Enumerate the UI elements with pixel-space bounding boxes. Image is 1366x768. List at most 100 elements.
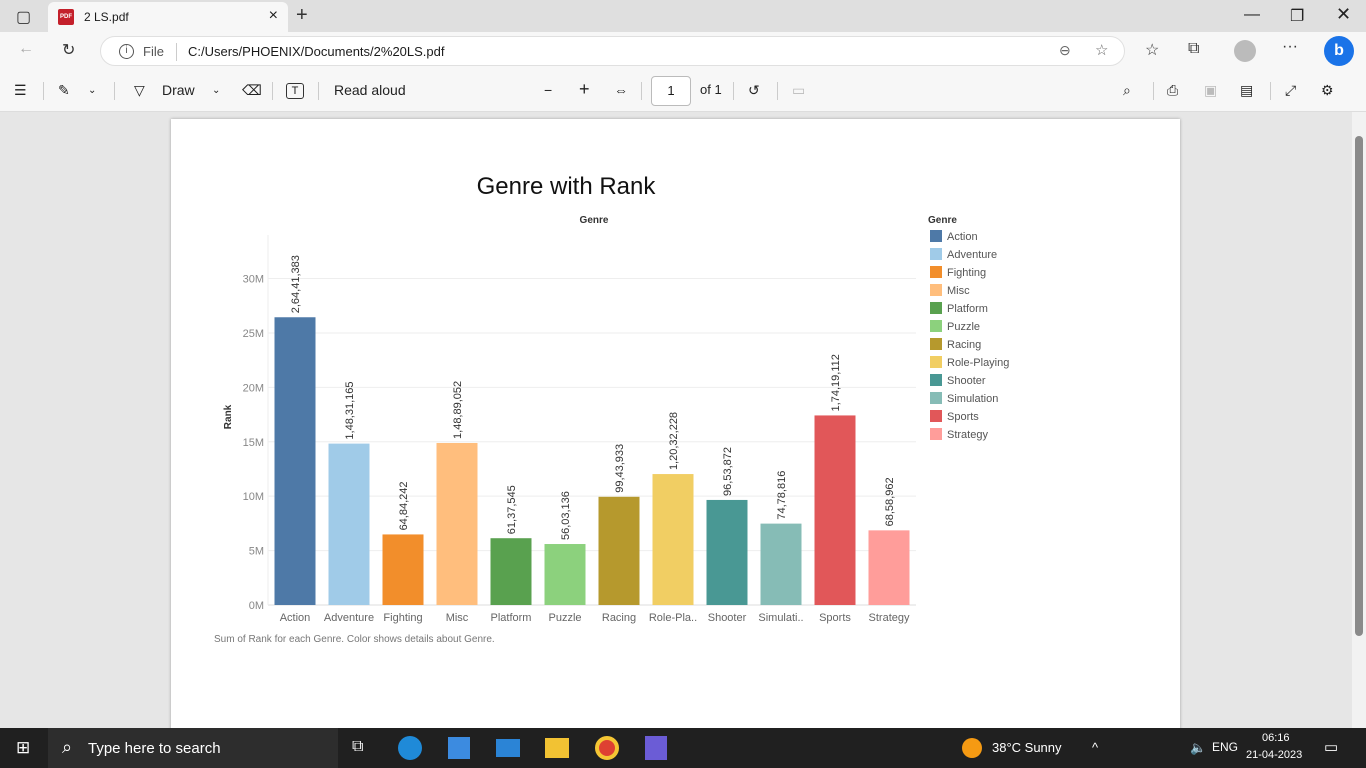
more-icon[interactable]: ··· <box>1282 38 1298 56</box>
pdf-page: Genre with Rank Genre Rank 0M 5M 10M 15M 20M… <box>171 119 1180 739</box>
legend-swatch <box>930 230 942 242</box>
windows-start-icon[interactable]: ⊞ <box>16 738 30 758</box>
rotate-icon[interactable]: ↺ <box>748 82 760 99</box>
legend-item[interactable]: Strategy <box>947 429 988 441</box>
text-icon[interactable]: T <box>286 83 304 99</box>
read-aloud-button[interactable]: Read aloud <box>334 82 406 98</box>
legend-item[interactable]: Racing <box>947 339 981 351</box>
legend-item[interactable]: Adventure <box>947 249 997 261</box>
bar-misc[interactable] <box>436 442 478 605</box>
bing-icon[interactable]: b <box>1324 36 1354 66</box>
scrollbar-thumb[interactable] <box>1355 136 1363 636</box>
volume-icon[interactable]: 🔈 <box>1190 740 1206 756</box>
contents-icon[interactable]: ☰ <box>14 82 27 99</box>
y-tick-label: 20M <box>243 382 264 394</box>
fullscreen-icon[interactable]: ⤢ <box>1285 82 1296 99</box>
value-label: 99,43,933 <box>614 444 626 493</box>
search-icon[interactable]: ⌕ <box>1123 82 1131 99</box>
page-view-icon[interactable]: ▭ <box>792 82 805 99</box>
eraser-icon[interactable]: ⌫ <box>242 82 262 99</box>
value-label: 2,64,41,383 <box>290 255 302 313</box>
draw-button[interactable]: Draw <box>162 82 195 98</box>
chevron-down-icon[interactable]: ⌄ <box>88 85 96 96</box>
legend-item[interactable]: Shooter <box>947 375 986 387</box>
toolbar-divider <box>272 82 273 100</box>
close-tab-icon[interactable]: × <box>269 8 278 24</box>
tray-chevron-icon[interactable]: ^ <box>1092 740 1098 755</box>
pdf-viewer[interactable]: Genre with Rank Genre Rank 0M 5M 10M 15M 20M… <box>0 112 1366 739</box>
legend-item[interactable]: Misc <box>947 285 970 297</box>
legend-item[interactable]: Puzzle <box>947 321 980 333</box>
value-label: 1,48,31,165 <box>344 381 356 439</box>
bar-racing[interactable] <box>598 496 640 605</box>
store-icon[interactable] <box>448 737 470 759</box>
legend: Action Adventure Fighting Misc Platform Puzzl… <box>930 230 1009 441</box>
info-icon[interactable]: i <box>119 44 134 59</box>
app-icon[interactable] <box>645 736 667 760</box>
refresh-icon[interactable]: ↻ <box>62 40 75 60</box>
legend-item[interactable]: Simulation <box>947 393 998 405</box>
bar-strategy[interactable] <box>868 530 910 605</box>
profile-avatar[interactable] <box>1234 40 1256 62</box>
clock-time[interactable]: 06:16 <box>1262 732 1290 744</box>
favorites-icon[interactable]: ☆ <box>1145 40 1159 60</box>
restore-icon[interactable]: ❐ <box>1290 6 1304 26</box>
legend-swatch <box>930 266 942 278</box>
minimize-icon[interactable]: — <box>1244 6 1260 24</box>
tab-actions-icon[interactable]: ▢ <box>16 7 31 27</box>
legend-item[interactable]: Fighting <box>947 267 986 279</box>
address-url[interactable]: C:/Users/PHOENIX/Documents/2%20LS.pdf <box>188 44 445 59</box>
fit-page-icon[interactable]: ⇔ <box>614 82 628 98</box>
bar-role-playing[interactable] <box>652 474 694 605</box>
edge-icon[interactable] <box>398 736 422 760</box>
search-icon: ⌕ <box>62 737 73 757</box>
notifications-icon[interactable]: ▭ <box>1324 738 1338 756</box>
draw-icon[interactable]: ▽ <box>134 82 145 99</box>
print-icon[interactable]: ⎙ <box>1167 82 1178 99</box>
legend-item[interactable]: Platform <box>947 303 988 315</box>
legend-item[interactable]: Action <box>947 231 978 243</box>
bar-sports[interactable] <box>814 415 856 605</box>
x-tick-label: Racing <box>602 612 636 624</box>
chrome-icon[interactable] <box>595 736 619 760</box>
bar-platform[interactable] <box>490 538 532 605</box>
page-total: of 1 <box>700 82 722 97</box>
bar-puzzle[interactable] <box>544 544 586 605</box>
zoom-out-icon[interactable]: − <box>544 82 552 98</box>
bar-fighting[interactable] <box>382 534 424 605</box>
legend-item[interactable]: Role-Playing <box>947 357 1009 369</box>
bar-adventure[interactable] <box>328 443 370 605</box>
taskbar-search[interactable]: ⌕ Type here to search <box>48 728 338 768</box>
weather-text[interactable]: 38°C Sunny <box>992 740 1062 755</box>
address-bar[interactable]: i File C:/Users/PHOENIX/Documents/2%20LS… <box>100 36 1125 66</box>
x-axis-ticks: Action Adventure Fighting Misc Platform Puzzl… <box>280 612 910 624</box>
y-tick-label: 15M <box>243 437 264 449</box>
file-explorer-icon[interactable] <box>545 738 569 758</box>
zoom-in-icon[interactable]: + <box>579 79 590 100</box>
chevron-down-icon[interactable]: ⌄ <box>212 85 220 96</box>
clock-date[interactable]: 21-04-2023 <box>1246 749 1302 761</box>
legend-swatch <box>930 338 942 350</box>
language-indicator[interactable]: ENG <box>1212 740 1238 754</box>
new-tab-icon[interactable]: + <box>296 4 308 27</box>
save-icon[interactable]: ▣ <box>1204 82 1217 99</box>
tab-pdf[interactable]: PDF 2 LS.pdf × <box>48 2 288 32</box>
back-icon[interactable]: ← <box>18 40 34 58</box>
highlight-icon[interactable]: ✎ <box>58 82 70 99</box>
scrollbar[interactable] <box>1352 112 1366 728</box>
bar-simulation[interactable] <box>760 523 802 605</box>
settings-gear-icon[interactable]: ⚙ <box>1321 82 1334 99</box>
close-window-icon[interactable]: ✕ <box>1336 4 1351 25</box>
toolbar-divider <box>1270 82 1271 100</box>
collections-icon[interactable]: ⧉ <box>1188 40 1199 58</box>
page-number-input[interactable]: 1 <box>651 76 691 106</box>
bar-action[interactable] <box>274 317 316 605</box>
y-axis-label: Rank <box>223 404 234 429</box>
save-as-icon[interactable]: ▤ <box>1240 82 1253 99</box>
bar-shooter[interactable] <box>706 499 748 605</box>
task-view-icon[interactable]: ⧉ <box>352 738 363 756</box>
zoom-icon[interactable]: ⊖ <box>1059 42 1071 59</box>
legend-item[interactable]: Sports <box>947 411 979 423</box>
add-favorite-icon[interactable]: ☆ <box>1095 41 1108 59</box>
mail-icon[interactable] <box>496 739 520 757</box>
